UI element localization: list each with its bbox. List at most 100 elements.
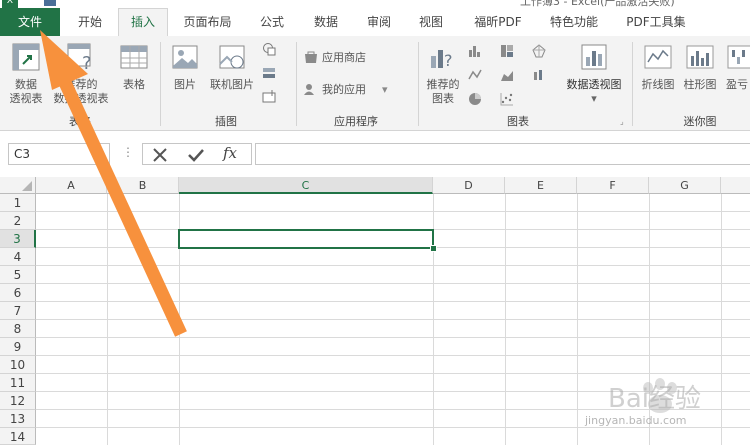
area-chart-icon[interactable] — [500, 68, 514, 82]
column-header-d[interactable]: D — [433, 177, 505, 194]
chevron-down-icon: ▾ — [382, 83, 388, 96]
pivot-chart-button[interactable]: 数据透视图 ▾ — [560, 40, 628, 110]
watermark-text: Bai经验 — [608, 384, 701, 414]
sparkline-winloss-label: 盈亏 — [726, 78, 748, 91]
tab-special-features[interactable]: 特色功能 — [540, 8, 608, 36]
group-separator — [418, 42, 419, 126]
save-icon[interactable] — [44, 0, 56, 6]
sparklines-group-label: 迷你图 — [683, 115, 717, 128]
column-header-e[interactable]: E — [505, 177, 577, 194]
my-apps-button[interactable]: 我的应用 ▾ — [304, 82, 394, 100]
sparkline-column-label: 柱形图 — [683, 78, 717, 91]
pivottable-label-1: 数据 — [15, 78, 37, 91]
more-vertical-icon[interactable]: ⋮ — [122, 145, 134, 159]
tab-foxit-pdf[interactable]: 福昕PDF — [460, 8, 536, 36]
chevron-down-icon[interactable]: ▾ — [97, 146, 102, 157]
recommended-charts-icon: ? — [431, 50, 453, 70]
watermark-url: jingyan.baidu.com — [585, 414, 687, 427]
column-header-f[interactable]: F — [577, 177, 649, 194]
tab-page-layout[interactable]: 页面布局 — [170, 8, 245, 36]
my-apps-label: 我的应用 — [322, 83, 366, 96]
cancel-icon[interactable] — [151, 146, 169, 164]
column-header-g[interactable]: G — [649, 177, 721, 194]
smartart-icon[interactable] — [262, 66, 276, 80]
insert-function-icon[interactable]: fx — [223, 144, 237, 162]
pivottable-button[interactable]: 数据 透视表 — [4, 40, 48, 110]
store-label: 应用商店 — [322, 51, 366, 64]
column-chart-icon[interactable] — [468, 44, 482, 58]
gridline — [505, 194, 506, 445]
column-header-c[interactable]: C — [179, 177, 433, 194]
shapes-icon[interactable] — [262, 42, 276, 56]
screenshot-icon[interactable] — [262, 90, 276, 104]
online-pictures-button[interactable]: 联机图片 — [206, 40, 258, 110]
online-pictures-label: 联机图片 — [210, 78, 254, 91]
formula-buttons: fx — [142, 143, 252, 165]
pivottable-label-2: 透视表 — [9, 92, 43, 105]
column-header-a[interactable]: A — [36, 177, 107, 194]
pictures-label: 图片 — [174, 78, 196, 91]
name-box[interactable]: C3 — [8, 143, 110, 165]
title-bar: X 工作簿3 - Excel(产品激活失败) — [0, 0, 750, 8]
recommended-pivottables-label-1: 推荐的 — [64, 78, 98, 91]
fill-handle[interactable] — [430, 245, 437, 252]
group-separator — [160, 42, 161, 126]
row-header-12[interactable]: 12 — [0, 392, 36, 410]
row-header-4[interactable]: 4 — [0, 248, 36, 266]
recommended-charts-button[interactable]: ? 推荐的 图表 — [422, 40, 464, 110]
formula-input[interactable] — [255, 143, 750, 165]
row-header-9[interactable]: 9 — [0, 338, 36, 356]
tab-home[interactable]: 开始 — [62, 8, 118, 36]
tables-group-label: 表格 — [69, 115, 91, 128]
ribbon-insert: 数据 透视表 ? 推荐的 数据透视表 表格 表格 图片 联机图片 插图 应用商店… — [0, 36, 750, 131]
column-header-b[interactable]: B — [107, 177, 179, 194]
sparkline-winloss-button[interactable]: 盈亏 — [722, 40, 750, 110]
column-header-h[interactable] — [721, 177, 750, 194]
hierarchy-chart-icon[interactable] — [500, 44, 514, 58]
pie-chart-icon[interactable] — [468, 92, 482, 106]
online-picture-icon — [219, 45, 245, 69]
row-header-10[interactable]: 10 — [0, 356, 36, 374]
sparkline-line-icon — [644, 45, 672, 69]
tab-data[interactable]: 数据 — [300, 8, 352, 36]
chevron-down-icon: ▾ — [591, 92, 597, 105]
sparkline-winloss-icon — [727, 45, 750, 69]
pivot-chart-icon — [581, 44, 607, 70]
row-header-13[interactable]: 13 — [0, 410, 36, 428]
row-header-5[interactable]: 5 — [0, 266, 36, 284]
tab-pdf-tools[interactable]: PDF工具集 — [612, 8, 700, 36]
stock-chart-icon[interactable] — [532, 68, 546, 82]
store-button[interactable]: 应用商店 — [304, 50, 384, 68]
table-icon — [120, 45, 148, 69]
tab-insert[interactable]: 插入 — [118, 8, 168, 37]
row-header-1[interactable]: 1 — [0, 194, 36, 212]
selected-cell[interactable] — [178, 229, 434, 249]
pivot-chart-label: 数据透视图 — [566, 78, 622, 91]
line-chart-icon[interactable] — [468, 68, 482, 82]
sparkline-column-button[interactable]: 柱形图 — [680, 40, 720, 110]
tab-formulas[interactable]: 公式 — [247, 8, 297, 36]
row-header-7[interactable]: 7 — [0, 302, 36, 320]
sparkline-line-button[interactable]: 折线图 — [638, 40, 678, 110]
recommended-pivottables-button[interactable]: ? 推荐的 数据透视表 — [50, 40, 112, 110]
table-label: 表格 — [123, 78, 145, 91]
illustrations-group-label: 插图 — [215, 115, 237, 128]
radar-chart-icon[interactable] — [532, 44, 546, 58]
tab-view[interactable]: 视图 — [406, 8, 456, 36]
row-header-6[interactable]: 6 — [0, 284, 36, 302]
row-header-3[interactable]: 3 — [0, 230, 36, 248]
recommended-pivottables-icon: ? — [67, 43, 92, 72]
group-separator — [632, 42, 633, 126]
tab-review[interactable]: 审阅 — [354, 8, 404, 36]
row-header-8[interactable]: 8 — [0, 320, 36, 338]
row-header-11[interactable]: 11 — [0, 374, 36, 392]
pictures-button[interactable]: 图片 — [166, 40, 204, 110]
select-all-corner[interactable] — [0, 177, 36, 194]
row-header-2[interactable]: 2 — [0, 212, 36, 230]
dialog-launcher-icon[interactable]: ⌟ — [620, 117, 624, 126]
table-button[interactable]: 表格 — [114, 40, 154, 110]
row-header-14[interactable]: 14 — [0, 428, 36, 445]
tab-file[interactable]: 文件 — [0, 8, 60, 36]
scatter-chart-icon[interactable] — [500, 92, 514, 106]
enter-check-icon[interactable] — [187, 146, 205, 164]
